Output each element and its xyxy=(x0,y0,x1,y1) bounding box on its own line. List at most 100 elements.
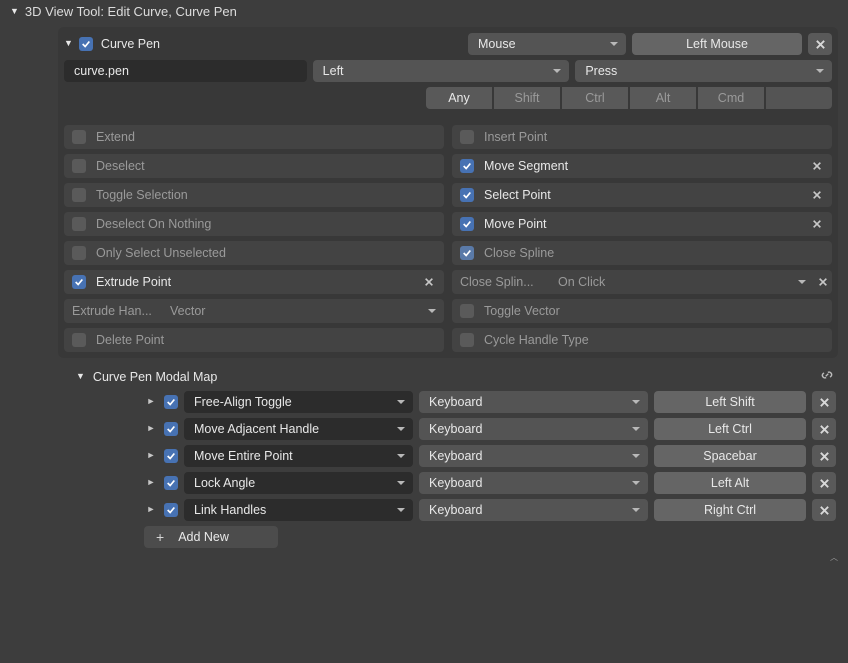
modal-row: ► Link Handles Keyboard Right Ctrl xyxy=(144,499,838,526)
option-row: Move Segment xyxy=(452,154,832,178)
modal-row: ► Move Adjacent Handle Keyboard Left Ctrl xyxy=(144,418,838,445)
option-label: Close Spline xyxy=(484,246,826,260)
modal-action-select[interactable]: Move Entire Point xyxy=(184,445,413,467)
mouse-side-select[interactable]: Left xyxy=(313,60,570,82)
mod-shift[interactable]: Shift xyxy=(494,87,560,109)
modal-row: ► Free-Align Toggle Keyboard Left Shift xyxy=(144,391,838,418)
modal-key-button[interactable]: Left Alt xyxy=(654,472,806,494)
option-remove[interactable] xyxy=(808,190,826,200)
modal-key-button[interactable]: Left Ctrl xyxy=(654,418,806,440)
modal-input-select[interactable]: Keyboard xyxy=(419,418,648,440)
modal-enable-checkbox[interactable] xyxy=(164,476,178,490)
event-type-select[interactable]: Press xyxy=(575,60,832,82)
disclosure-right-icon[interactable]: ► xyxy=(144,504,158,514)
modal-action-select[interactable]: Move Adjacent Handle xyxy=(184,418,413,440)
section-title: 3D View Tool: Edit Curve, Curve Pen xyxy=(25,4,237,19)
operator-input[interactable]: curve.pen xyxy=(64,60,307,82)
modal-action-select[interactable]: Link Handles xyxy=(184,499,413,521)
enable-checkbox[interactable] xyxy=(79,37,93,51)
option-checkbox[interactable] xyxy=(72,246,86,260)
modal-key-button[interactable]: Spacebar xyxy=(654,445,806,467)
disclosure-right-icon[interactable]: ► xyxy=(144,423,158,433)
device-select[interactable]: Mouse xyxy=(468,33,626,55)
modal-map-header[interactable]: ▼ Curve Pen Modal Map xyxy=(58,364,838,391)
option-remove[interactable] xyxy=(808,219,826,229)
disclosure-right-icon[interactable]: ► xyxy=(144,396,158,406)
option-checkbox[interactable] xyxy=(460,246,474,260)
option-remove[interactable] xyxy=(420,277,438,287)
remove-binding-button[interactable] xyxy=(808,33,832,55)
option-row: Move Point xyxy=(452,212,832,236)
option-checkbox[interactable] xyxy=(460,333,474,347)
binding-panel: ▼ Curve Pen Mouse Left Mouse curve.pen L… xyxy=(58,27,838,358)
disclosure-right-icon[interactable]: ► xyxy=(144,450,158,460)
binding-name: Curve Pen xyxy=(99,37,462,51)
option-row: Delete Point xyxy=(64,328,444,352)
options-columns: ExtendDeselectToggle SelectionDeselect O… xyxy=(64,125,832,352)
mod-cmd[interactable]: Cmd xyxy=(698,87,764,109)
modal-remove-button[interactable] xyxy=(812,391,836,413)
option-checkbox[interactable] xyxy=(72,217,86,231)
options-left: ExtendDeselectToggle SelectionDeselect O… xyxy=(64,125,444,352)
option-row: Only Select Unselected xyxy=(64,241,444,265)
add-new-button[interactable]: + Add New xyxy=(144,526,278,548)
binding-header-row: ▼ Curve Pen Mouse Left Mouse xyxy=(64,33,832,55)
disclosure-triangle-icon[interactable]: ▼ xyxy=(64,38,73,48)
mod-alt[interactable]: Alt xyxy=(630,87,696,109)
option-label: Extrude Point xyxy=(96,275,410,289)
option-checkbox[interactable] xyxy=(72,130,86,144)
option-checkbox[interactable] xyxy=(72,188,86,202)
modal-remove-button[interactable] xyxy=(812,499,836,521)
modal-key-button[interactable]: Right Ctrl xyxy=(654,499,806,521)
modal-action-select[interactable]: Lock Angle xyxy=(184,472,413,494)
option-select[interactable]: On Click xyxy=(548,270,814,294)
modal-map-title: Curve Pen Modal Map xyxy=(93,370,217,384)
option-label: Move Point xyxy=(484,217,798,231)
option-row: Extrude Point xyxy=(64,270,444,294)
modal-enable-checkbox[interactable] xyxy=(164,449,178,463)
modal-remove-button[interactable] xyxy=(812,472,836,494)
option-select[interactable]: Vector xyxy=(160,299,444,323)
mod-any[interactable]: Any xyxy=(426,87,492,109)
modal-input-select[interactable]: Keyboard xyxy=(419,445,648,467)
option-checkbox[interactable] xyxy=(72,159,86,173)
disclosure-triangle-icon[interactable]: ▼ xyxy=(76,371,85,381)
section-header[interactable]: ▼ 3D View Tool: Edit Curve, Curve Pen xyxy=(0,0,848,25)
option-label: Only Select Unselected xyxy=(96,246,438,260)
option-label: Move Segment xyxy=(484,159,798,173)
option-checkbox[interactable] xyxy=(460,217,474,231)
modal-enable-checkbox[interactable] xyxy=(164,503,178,517)
modal-remove-button[interactable] xyxy=(812,445,836,467)
option-checkbox[interactable] xyxy=(460,188,474,202)
modal-key-button[interactable]: Left Shift xyxy=(654,391,806,413)
modal-map-section: ▼ Curve Pen Modal Map ► Free-Align Toggle… xyxy=(58,364,838,548)
modal-enable-checkbox[interactable] xyxy=(164,422,178,436)
link-icon[interactable] xyxy=(820,368,834,385)
option-remove[interactable] xyxy=(808,161,826,171)
option-label: Deselect On Nothing xyxy=(96,217,438,231)
modal-enable-checkbox[interactable] xyxy=(164,395,178,409)
option-label: Deselect xyxy=(96,159,438,173)
option-row: Deselect On Nothing xyxy=(64,212,444,236)
disclosure-right-icon[interactable]: ► xyxy=(144,477,158,487)
option-row: Cycle Handle Type xyxy=(452,328,832,352)
mod-ctrl[interactable]: Ctrl xyxy=(562,87,628,109)
key-button[interactable]: Left Mouse xyxy=(632,33,802,55)
option-checkbox[interactable] xyxy=(460,159,474,173)
modal-action-select[interactable]: Free-Align Toggle xyxy=(184,391,413,413)
option-checkbox[interactable] xyxy=(72,275,86,289)
option-checkbox[interactable] xyxy=(460,304,474,318)
option-checkbox[interactable] xyxy=(460,130,474,144)
disclosure-triangle-icon[interactable]: ▼ xyxy=(10,6,19,16)
modal-input-select[interactable]: Keyboard xyxy=(419,391,648,413)
option-checkbox[interactable] xyxy=(72,333,86,347)
modal-remove-button[interactable] xyxy=(812,418,836,440)
mod-empty[interactable] xyxy=(766,87,832,109)
option-remove[interactable] xyxy=(814,270,832,294)
modal-input-select[interactable]: Keyboard xyxy=(419,499,648,521)
panel-resize-grip[interactable]: ︿ xyxy=(0,550,848,563)
option-label: Delete Point xyxy=(96,333,438,347)
modal-input-select[interactable]: Keyboard xyxy=(419,472,648,494)
modal-row: ► Move Entire Point Keyboard Spacebar xyxy=(144,445,838,472)
close-icon xyxy=(815,39,826,50)
